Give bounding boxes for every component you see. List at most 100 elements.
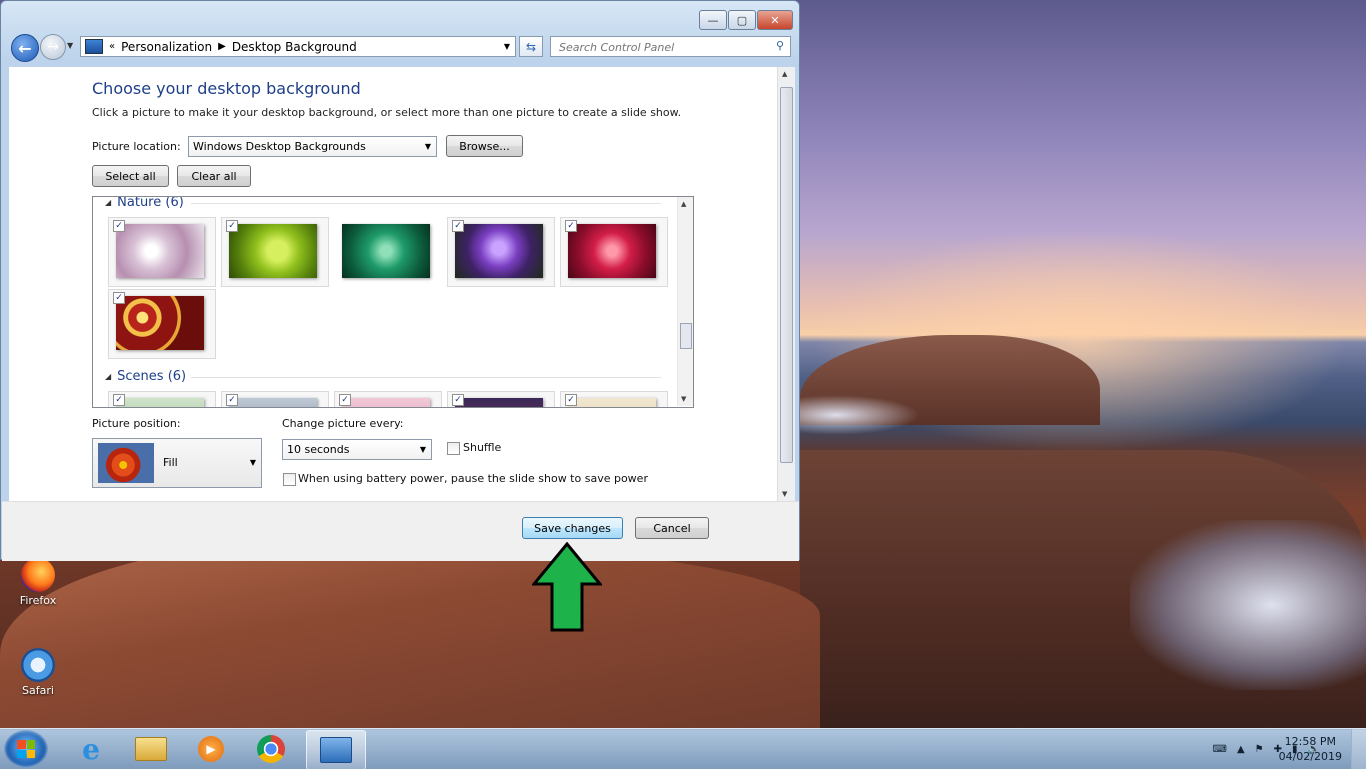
taskbar-chrome[interactable] xyxy=(242,730,300,768)
wallpaper-thumbnail[interactable]: ✓ xyxy=(221,391,329,407)
thumbnail-checkbox[interactable]: ✓ xyxy=(452,394,464,406)
clear-all-button[interactable]: Clear all xyxy=(177,165,251,187)
desktop-icon-safari[interactable]: Safari xyxy=(8,648,68,697)
media-player-icon: ▶ xyxy=(198,736,224,762)
breadcrumb-item-desktop-background[interactable]: Desktop Background xyxy=(232,40,357,54)
thumbnail-checkbox[interactable]: ✓ xyxy=(113,292,125,304)
taskbar-control-panel[interactable] xyxy=(306,730,366,770)
change-picture-value: 10 seconds xyxy=(287,443,350,456)
group-header-nature[interactable]: ◢ Nature (6) xyxy=(105,197,661,210)
picture-position-dropdown[interactable]: Fill ▼ xyxy=(92,438,262,488)
green-arrow-annotation-icon xyxy=(532,542,602,632)
save-changes-button[interactable]: Save changes xyxy=(522,517,623,539)
forward-button[interactable]: → xyxy=(40,34,66,60)
show-hidden-icons-icon[interactable]: ▲ xyxy=(1237,744,1245,755)
position-preview-image xyxy=(98,443,154,483)
change-picture-interval-dropdown[interactable]: 10 seconds ▼ xyxy=(282,439,432,460)
address-bar[interactable]: « Personalization ▶ Desktop Background ▼ xyxy=(80,36,516,57)
recent-pages-dropdown[interactable]: ▼ xyxy=(67,41,73,50)
group-divider xyxy=(191,377,661,378)
thumbnail-checkbox[interactable]: ✓ xyxy=(339,394,351,406)
thumbnail-checkbox[interactable]: ✓ xyxy=(113,394,125,406)
start-button[interactable] xyxy=(4,730,48,768)
taskbar-file-explorer[interactable] xyxy=(122,730,180,768)
thumbnail-checkbox[interactable]: ✓ xyxy=(113,220,125,232)
wallpaper-thumbnail[interactable]: ✓ xyxy=(108,217,216,287)
thumbnail-checkbox[interactable]: ✓ xyxy=(565,394,577,406)
chrome-icon xyxy=(257,735,285,763)
page-description: Click a picture to make it your desktop … xyxy=(92,106,682,119)
desktop-icon-firefox[interactable]: Firefox xyxy=(8,558,68,607)
chevron-down-icon: ▼ xyxy=(424,142,431,151)
thumbnail-checkbox[interactable]: ✓ xyxy=(565,220,577,232)
search-box[interactable]: ⚲ xyxy=(550,36,791,57)
wallpaper-thumbnail[interactable]: ✓ xyxy=(560,391,668,407)
breadcrumb-overflow[interactable]: « xyxy=(109,41,115,52)
refresh-icon: ⇆ xyxy=(525,39,537,54)
action-center-icon[interactable]: ⚑ xyxy=(1255,744,1264,755)
cancel-button[interactable]: Cancel xyxy=(635,517,709,539)
desktop-icon-label: Firefox xyxy=(19,594,57,607)
wallpaper-thumbnail[interactable]: ✓ xyxy=(447,391,555,407)
search-icon[interactable]: ⚲ xyxy=(776,39,784,52)
minimize-button[interactable]: — xyxy=(699,10,727,30)
wallpaper-thumbnail[interactable] xyxy=(334,217,442,287)
picture-position-value: Fill xyxy=(163,456,178,469)
show-desktop-button[interactable] xyxy=(1351,729,1366,769)
wallpaper-surf xyxy=(800,395,920,435)
scroll-down-icon[interactable]: ▼ xyxy=(681,395,686,403)
desktop-icon-label: Safari xyxy=(22,684,54,697)
wallpaper-thumbnail[interactable]: ✓ xyxy=(560,217,668,287)
search-input[interactable] xyxy=(557,38,771,57)
browse-button[interactable]: Browse... xyxy=(446,135,523,157)
group-divider xyxy=(191,203,661,204)
close-button[interactable]: ✕ xyxy=(757,10,793,30)
back-button[interactable]: ← xyxy=(11,34,39,62)
thumbnail-image xyxy=(229,398,317,407)
collapse-triangle-icon[interactable]: ◢ xyxy=(105,372,111,381)
scroll-up-icon[interactable]: ▲ xyxy=(681,200,686,208)
collapse-triangle-icon[interactable]: ◢ xyxy=(105,198,111,207)
scroll-up-icon[interactable]: ▲ xyxy=(782,70,787,78)
thumbnail-checkbox[interactable]: ✓ xyxy=(452,220,464,232)
scroll-down-icon[interactable]: ▼ xyxy=(782,490,787,498)
address-dropdown-icon[interactable]: ▼ xyxy=(504,42,510,51)
wallpaper-thumbnail[interactable]: ✓ xyxy=(221,217,329,287)
group-label: Scenes (6) xyxy=(117,369,187,384)
thumbnail-image xyxy=(116,296,204,350)
shuffle-checkbox[interactable] xyxy=(447,442,460,455)
refresh-button[interactable]: ⇆ xyxy=(519,36,543,57)
battery-pause-checkbox[interactable] xyxy=(283,473,296,486)
taskbar-clock[interactable]: 12:58 PM 04/02/2019 xyxy=(1279,734,1342,764)
internet-explorer-icon: e xyxy=(82,732,100,766)
gallery-scrollbar[interactable]: ▲ ▼ xyxy=(677,197,693,406)
taskbar-internet-explorer[interactable]: e xyxy=(62,730,120,768)
safari-icon xyxy=(21,648,55,682)
taskbar-media-player[interactable]: ▶ xyxy=(182,730,240,768)
wallpaper-thumbnail[interactable]: ✓ xyxy=(334,391,442,407)
breadcrumb-item-personalization[interactable]: Personalization xyxy=(121,40,212,54)
thumbnail-image xyxy=(455,398,543,407)
select-all-button[interactable]: Select all xyxy=(92,165,169,187)
thumbnail-image xyxy=(116,398,204,407)
maximize-button[interactable]: ▢ xyxy=(728,10,756,30)
content-scrollbar[interactable]: ▲ ▼ xyxy=(777,67,795,501)
clock-date: 04/02/2019 xyxy=(1278,750,1342,763)
wallpaper-thumbnail[interactable]: ✓ xyxy=(108,391,216,407)
thumbnail-checkbox[interactable]: ✓ xyxy=(226,394,238,406)
thumbnail-image xyxy=(116,224,204,278)
thumbnail-image xyxy=(568,224,656,278)
thumbnail-image xyxy=(455,224,543,278)
desktop-background-window: — ▢ ✕ ← → ▼ « Personalization ▶ Desktop … xyxy=(0,0,800,561)
control-panel-icon xyxy=(320,737,352,763)
thumbnail-checkbox[interactable]: ✓ xyxy=(226,220,238,232)
wallpaper-thumbnail[interactable]: ✓ xyxy=(108,289,216,359)
wallpaper-thumbnail[interactable]: ✓ xyxy=(447,217,555,287)
keyboard-icon[interactable]: ⌨ xyxy=(1213,744,1227,755)
picture-location-dropdown[interactable]: Windows Desktop Backgrounds ▼ xyxy=(188,136,437,157)
group-header-scenes[interactable]: ◢ Scenes (6) xyxy=(105,369,661,384)
scrollbar-thumb[interactable] xyxy=(680,323,692,349)
scrollbar-thumb[interactable] xyxy=(780,87,793,463)
page-title: Choose your desktop background xyxy=(92,79,361,98)
firefox-icon xyxy=(21,558,55,592)
